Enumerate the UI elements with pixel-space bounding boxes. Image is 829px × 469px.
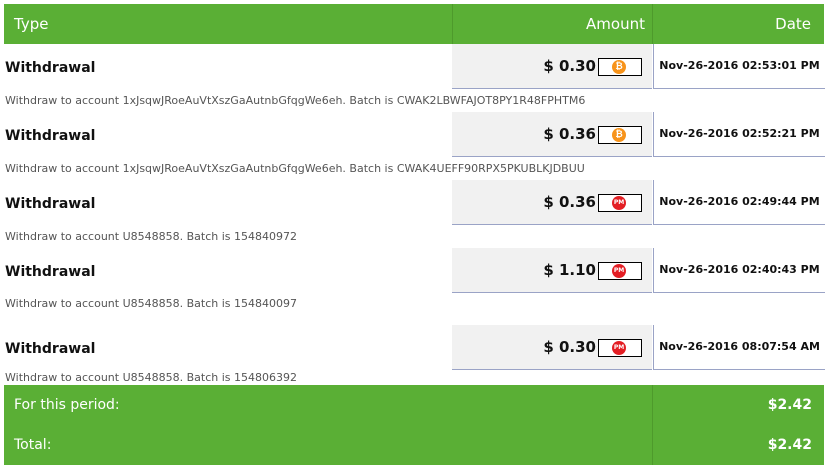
- date-cell: Nov-26-2016 02:49:44 PM: [653, 180, 825, 225]
- transaction-date: Nov-26-2016 02:49:44 PM: [659, 195, 820, 208]
- amount-cell: $ 0.36 ₿: [452, 112, 652, 157]
- total-label: Total:: [14, 437, 52, 453]
- date-cell: Nov-26-2016 02:53:01 PM: [653, 44, 825, 89]
- transaction-type: Withdrawal: [5, 60, 96, 76]
- total-value: $2.42: [767, 437, 812, 453]
- amount-cell: $ 0.36 PM: [452, 180, 652, 225]
- header-divider: [652, 4, 653, 44]
- perfect-money-icon: PM: [612, 196, 626, 210]
- currency-badge: ₿: [598, 58, 642, 76]
- transaction-amount: $ 0.30: [543, 57, 596, 75]
- table-row: Withdrawal $ 0.30 ₿ Nov-26-2016 02:53:01…: [4, 44, 825, 90]
- total-summary-row: Total: $2.42: [4, 425, 824, 465]
- currency-badge: PM: [598, 194, 642, 212]
- transaction-date: Nov-26-2016 08:07:54 AM: [659, 340, 820, 353]
- date-cell: Nov-26-2016 02:40:43 PM: [653, 248, 825, 293]
- table-row: Withdrawal $ 0.30 PM Nov-26-2016 08:07:5…: [4, 325, 825, 371]
- table-header: Type Amount Date: [4, 4, 824, 44]
- transaction-amount: $ 0.36: [543, 125, 596, 143]
- perfect-money-icon: PM: [612, 341, 626, 355]
- table-footer: For this period: $2.42 Total: $2.42: [4, 385, 824, 465]
- transaction-amount: $ 0.36: [543, 193, 596, 211]
- transaction-note: Withdraw to account 1xJsqwJRoeAuVtXszGaA…: [5, 94, 586, 107]
- currency-badge: PM: [598, 262, 642, 280]
- perfect-money-icon: PM: [612, 264, 626, 278]
- header-type: Type: [14, 15, 49, 33]
- currency-badge: ₿: [598, 126, 642, 144]
- date-cell: Nov-26-2016 08:07:54 AM: [653, 325, 825, 370]
- currency-badge: PM: [598, 339, 642, 357]
- date-cell: Nov-26-2016 02:52:21 PM: [653, 112, 825, 157]
- transaction-type: Withdrawal: [5, 341, 96, 357]
- transaction-note: Withdraw to account 1xJsqwJRoeAuVtXszGaA…: [5, 162, 585, 175]
- table-body: Withdrawal $ 0.30 ₿ Nov-26-2016 02:53:01…: [4, 44, 825, 385]
- transaction-amount: $ 0.30: [543, 338, 596, 356]
- transaction-date: Nov-26-2016 02:53:01 PM: [659, 59, 820, 72]
- header-amount: Amount: [586, 15, 645, 33]
- transaction-type: Withdrawal: [5, 128, 96, 144]
- table-row: Withdrawal $ 1.10 PM Nov-26-2016 02:40:4…: [4, 248, 825, 294]
- transaction-type: Withdrawal: [5, 196, 96, 212]
- transaction-date: Nov-26-2016 02:52:21 PM: [659, 127, 820, 140]
- amount-cell: $ 0.30 PM: [452, 325, 652, 370]
- transaction-amount: $ 1.10: [543, 261, 596, 279]
- period-summary-row: For this period: $2.42: [4, 385, 824, 425]
- period-value: $2.42: [767, 397, 812, 413]
- transaction-note: Withdraw to account U8548858. Batch is 1…: [5, 230, 297, 243]
- bitcoin-icon: ₿: [612, 128, 626, 142]
- transaction-note: Withdraw to account U8548858. Batch is 1…: [5, 371, 297, 384]
- header-divider: [452, 4, 453, 44]
- period-label: For this period:: [14, 397, 120, 413]
- transaction-note: Withdraw to account U8548858. Batch is 1…: [5, 297, 297, 310]
- transaction-date: Nov-26-2016 02:40:43 PM: [659, 263, 820, 276]
- amount-cell: $ 1.10 PM: [452, 248, 652, 293]
- transaction-type: Withdrawal: [5, 264, 96, 280]
- header-date: Date: [775, 15, 811, 33]
- table-row: Withdrawal $ 0.36 PM Nov-26-2016 02:49:4…: [4, 180, 825, 226]
- table-row: Withdrawal $ 0.36 ₿ Nov-26-2016 02:52:21…: [4, 112, 825, 158]
- amount-cell: $ 0.30 ₿: [452, 44, 652, 89]
- transaction-history-table: Type Amount Date Withdrawal $ 0.30 ₿ Nov…: [4, 4, 825, 465]
- bitcoin-icon: ₿: [612, 60, 626, 74]
